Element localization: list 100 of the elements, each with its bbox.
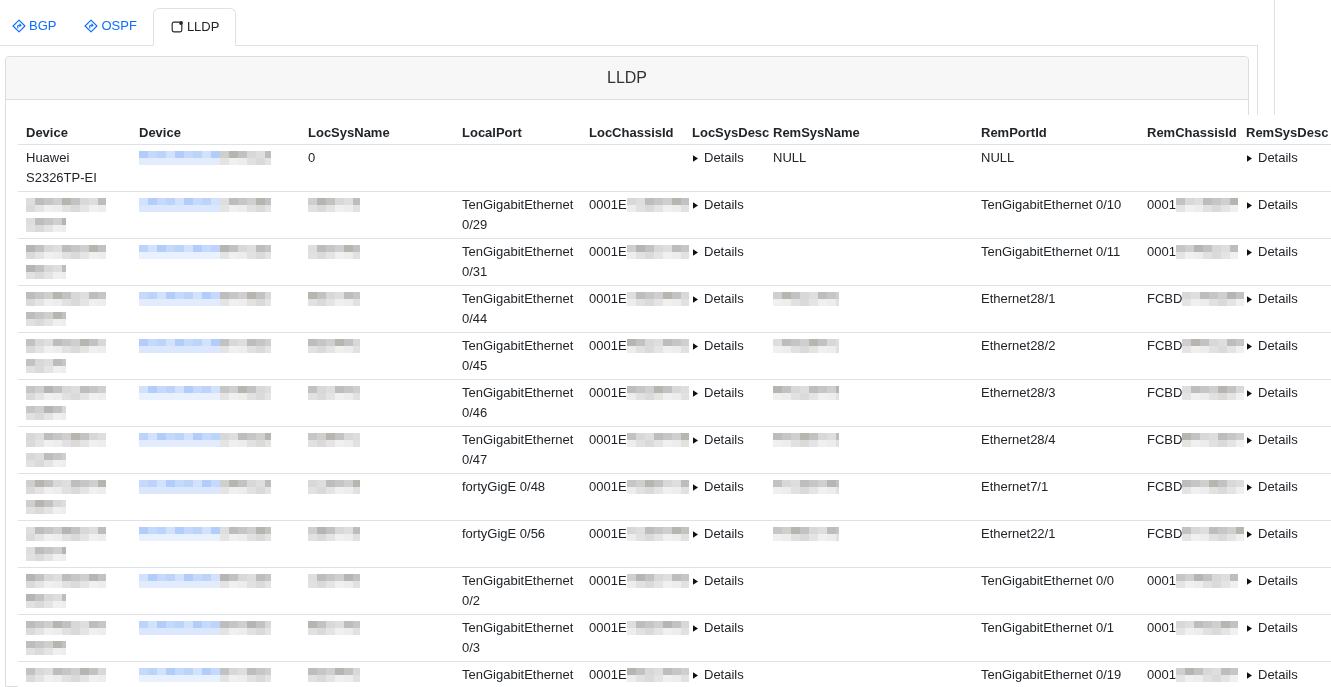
details-toggle[interactable]: Details [693,242,744,262]
table-cell-text: TenGigabitEthernet 0/0 [981,572,1114,590]
table-cell-text: 0001E [589,243,627,261]
disclosure-triangle-icon [1247,577,1252,585]
pixelated-link[interactable] [139,430,271,450]
table-cell-text: TenGigabitEthernet 0/31 [462,243,575,281]
disclosure-triangle-icon [1247,389,1252,397]
table-cell-text: NULL [981,149,1015,167]
table-cell-text: TenGigabitEthernet 0/47 [462,431,575,469]
pixelated-link[interactable] [139,477,271,497]
disclosure-triangle-icon [1247,624,1252,632]
table-cell-text: Ethernet22/1 [981,525,1056,543]
details-toggle[interactable]: Details [1247,383,1298,403]
table-cell-text: 0001E [589,525,627,543]
table-cell-text: fortyGigE 0/48 [462,478,546,496]
disclosure-triangle-icon [693,389,698,397]
panel-title: LLDP [607,68,647,88]
details-toggle[interactable]: Details [1247,195,1298,215]
details-toggle[interactable]: Details [693,430,744,450]
table-cell-text: TenGigabitEthernet [462,666,574,684]
details-toggle[interactable]: Details [1247,665,1298,685]
table-cell-text: TenGigabitEthernet 0/29 [462,196,575,234]
table-cell-text: FCBD [1147,384,1183,402]
details-toggle[interactable]: Details [1247,618,1298,638]
details-toggle[interactable]: Details [1247,477,1298,497]
table-cell-text: 0001 [1147,243,1176,261]
column-header: RemSysName [773,125,860,140]
disclosure-triangle-icon [693,436,698,444]
table-cell-text: 0001E [589,196,627,214]
disclosure-triangle-icon [693,295,698,303]
tab[interactable]: BGP [0,7,69,45]
details-toggle[interactable]: Details [693,383,744,403]
details-toggle[interactable]: Details [693,665,744,685]
column-header: LocSysDesc [692,125,770,140]
table-cell-text: TenGigabitEthernet 0/44 [462,290,575,328]
diamond-arrow-icon [12,19,26,33]
table-cell-text: TenGigabitEthernet 0/19 [981,666,1122,684]
column-header: RemChassisId [1147,125,1237,140]
pixelated-link[interactable] [139,383,271,403]
details-toggle[interactable]: Details [693,618,744,638]
table-cell-text: TenGigabitEthernet 0/45 [462,337,575,375]
table-cell-text: Ethernet28/1 [981,290,1056,308]
pixelated-link[interactable] [139,148,271,168]
pixelated-link[interactable] [139,242,271,262]
details-toggle[interactable]: Details [693,477,744,497]
details-toggle[interactable]: Details [693,524,744,544]
details-toggle[interactable]: Details [1247,571,1298,591]
disclosure-triangle-icon [1247,436,1252,444]
disclosure-triangle-icon [1247,483,1252,491]
table-cell-text: 0001E [589,478,627,496]
disclosure-triangle-icon [693,201,698,209]
table-cell-text: TenGigabitEthernet 0/10 [981,196,1122,214]
details-toggle[interactable]: Details [1247,336,1298,356]
disclosure-triangle-icon [1247,530,1252,538]
table-cell-text: FCBD [1147,525,1183,543]
pixelated-link[interactable] [139,665,271,685]
pixelated-link[interactable] [139,571,271,591]
pixelated-link[interactable] [139,336,271,356]
table-cell-text: Huawei S2326TP-EI [26,149,98,187]
pixelated-link[interactable] [139,618,271,638]
column-header: LocalPort [462,125,522,140]
table-cell-text: 0001 [1147,196,1176,214]
details-toggle[interactable]: Details [1247,430,1298,450]
column-header: Device [26,125,68,140]
column-header: Device [139,125,181,140]
table-cell-text: 0001E [589,290,627,308]
table-cell-text: 0001E [589,384,627,402]
pixelated-link[interactable] [139,195,271,215]
details-toggle[interactable]: Details [693,336,744,356]
table-cell-text: 0001 [1147,572,1176,590]
details-toggle[interactable]: Details [1247,289,1298,309]
table-cell-text: 0001 [1147,619,1176,637]
details-toggle[interactable]: Details [693,289,744,309]
table-cell-text: NULL [773,149,807,167]
details-toggle[interactable]: Details [693,148,744,168]
table-cell-text: 0 [308,149,316,167]
table-cell-text: FCBD [1147,337,1183,355]
details-toggle[interactable]: Details [1247,524,1298,544]
details-toggle[interactable]: Details [1247,148,1298,168]
pixelated-link[interactable] [139,289,271,309]
table-cell-text: FCBD [1147,431,1183,449]
table-cell-text: Ethernet7/1 [981,478,1049,496]
table-cell-text: 0001E [589,666,627,684]
disclosure-triangle-icon [693,248,698,256]
tab[interactable]: LLDP [152,8,237,46]
table-cell-text: 0001 [1147,666,1176,684]
pixelated-link[interactable] [139,524,271,544]
details-toggle[interactable]: Details [693,571,744,591]
table-cell-text: 0001E [589,337,627,355]
disclosure-triangle-icon [693,342,698,350]
tab[interactable]: OSPF [72,7,149,45]
disclosure-triangle-icon [1247,201,1252,209]
column-header: LocSysName [308,125,390,140]
details-toggle[interactable]: Details [693,195,744,215]
details-toggle[interactable]: Details [1247,242,1298,262]
disclosure-triangle-icon [693,671,698,679]
disclosure-triangle-icon [1247,295,1252,303]
disclosure-triangle-icon [693,530,698,538]
disclosure-triangle-icon [1247,248,1252,256]
table-cell-text: TenGigabitEthernet 0/2 [462,572,575,610]
